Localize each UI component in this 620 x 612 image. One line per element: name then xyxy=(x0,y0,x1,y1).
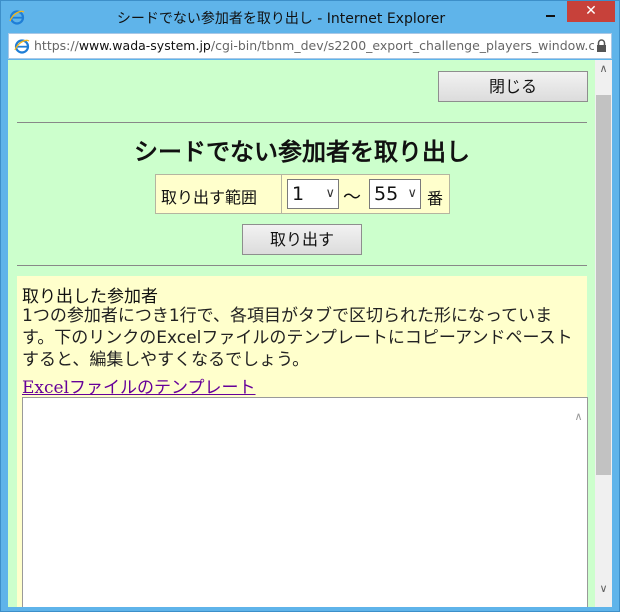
result-textarea[interactable]: ∧ xyxy=(22,397,588,607)
page-title: シードでない参加者を取り出し xyxy=(134,138,470,166)
divider xyxy=(17,122,587,123)
range-to-select[interactable]: 55 ∨ xyxy=(369,179,421,209)
scroll-up-icon[interactable]: ∧ xyxy=(595,60,612,77)
window-close-button[interactable]: ✕ xyxy=(567,1,615,22)
chevron-down-icon: ∨ xyxy=(407,186,417,201)
divider xyxy=(17,265,587,266)
url-path: /cgi-bin/tbnm_dev/s2200_export_challenge… xyxy=(210,38,594,53)
address-url[interactable]: https://www.wada-system.jp/cgi-bin/tbnm_… xyxy=(34,38,594,53)
internet-explorer-icon xyxy=(14,39,30,54)
range-selector: 取り出す範囲 1 ∨ 〜 55 ∨ 番 xyxy=(155,174,450,214)
chevron-up-icon[interactable]: ∧ xyxy=(570,410,587,423)
result-description: 1つの参加者につき1行で、各項目がタブで区切られた形になっています。下のリンクの… xyxy=(22,306,573,370)
range-suffix: 番 xyxy=(427,189,444,208)
url-scheme: https:// xyxy=(34,38,79,53)
scroll-down-icon[interactable]: ∨ xyxy=(595,580,612,597)
textarea-scrollbar[interactable]: ∧ xyxy=(570,398,587,607)
result-panel: 取り出した参加者 1つの参加者につき1行で、各項目がタブで区切られた形になってい… xyxy=(17,276,588,607)
close-page-button[interactable]: 閉じる xyxy=(438,71,588,102)
title-bar: シードでない参加者を取り出し - Internet Explorer ✕ xyxy=(1,1,619,33)
range-tilde: 〜 xyxy=(343,187,361,208)
browser-window: シードでない参加者を取り出し - Internet Explorer ✕ htt… xyxy=(0,0,620,612)
range-to-value: 55 xyxy=(374,183,399,205)
result-title: 取り出した参加者 xyxy=(22,287,158,307)
scrollbar-thumb[interactable] xyxy=(596,95,611,475)
range-divider xyxy=(281,175,282,213)
excel-template-link[interactable]: Excelファイルのテンプレート xyxy=(22,373,256,398)
range-from-select[interactable]: 1 ∨ xyxy=(287,179,339,209)
extract-button[interactable]: 取り出す xyxy=(242,224,362,255)
address-bar[interactable]: https://www.wada-system.jp/cgi-bin/tbnm_… xyxy=(8,33,612,59)
url-host: www.wada-system.jp xyxy=(78,38,211,53)
range-label: 取り出す範囲 xyxy=(161,188,258,207)
window-title: シードでない参加者を取り出し - Internet Explorer xyxy=(116,11,446,27)
chevron-down-icon: ∨ xyxy=(325,186,335,201)
page-content: 閉じる シードでない参加者を取り出し 取り出す範囲 1 ∨ 〜 55 ∨ 番 取… xyxy=(8,60,612,607)
lock-icon[interactable] xyxy=(596,39,607,53)
minimize-button[interactable] xyxy=(537,2,563,22)
range-from-value: 1 xyxy=(292,183,305,205)
page-scrollbar[interactable]: ∧ ∨ xyxy=(595,60,612,607)
